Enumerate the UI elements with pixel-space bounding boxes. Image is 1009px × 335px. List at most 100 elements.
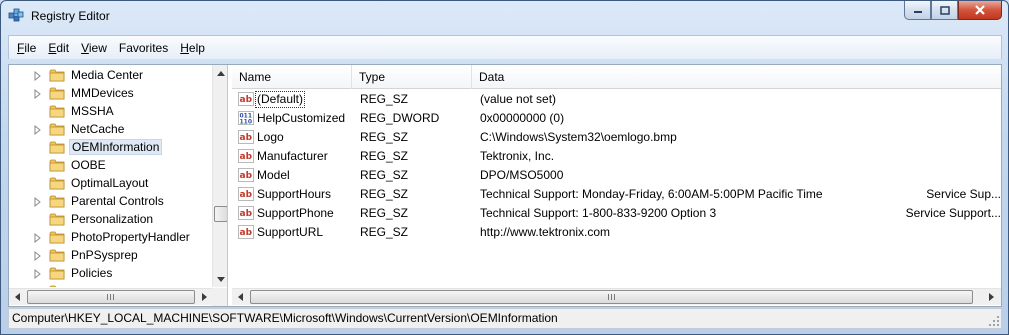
string-value-icon: ab bbox=[238, 186, 254, 202]
menu-edit[interactable]: Edit bbox=[42, 37, 75, 59]
value-type: REG_SZ bbox=[360, 206, 409, 220]
expand-arrow-icon[interactable] bbox=[34, 88, 42, 100]
menu-file[interactable]: File bbox=[11, 37, 42, 59]
svg-text:ab: ab bbox=[240, 171, 253, 181]
expand-arrow-icon[interactable] bbox=[34, 232, 42, 244]
maximize-button[interactable] bbox=[931, 1, 958, 20]
string-value-icon: ab bbox=[238, 167, 254, 183]
tree-item[interactable]: OEMInformation bbox=[9, 138, 212, 156]
svg-text:ab: ab bbox=[240, 133, 253, 143]
scroll-left-arrow-icon[interactable] bbox=[232, 289, 248, 305]
folder-icon bbox=[49, 175, 65, 191]
value-type: REG_SZ bbox=[360, 149, 409, 163]
expand-arrow-icon[interactable] bbox=[34, 268, 42, 280]
scroll-up-arrow-icon[interactable] bbox=[213, 65, 227, 81]
value-data: (value not set) bbox=[480, 92, 557, 106]
scroll-left-arrow-icon[interactable] bbox=[9, 289, 25, 305]
menu-bar: File Edit View Favorites Help bbox=[8, 35, 1002, 59]
value-data: 0x00000000 (0) bbox=[480, 111, 565, 125]
svg-text:ab: ab bbox=[240, 190, 253, 200]
tree-item[interactable]: Personalization bbox=[9, 210, 212, 228]
value-name: (Default) bbox=[254, 91, 306, 108]
value-row[interactable]: ab Model REG_SZ DPO/MSO5000 bbox=[232, 166, 1001, 185]
value-row[interactable]: ab (Default) REG_SZ (value not set) bbox=[232, 90, 1001, 109]
column-header-type[interactable]: Type bbox=[352, 65, 472, 89]
column-header-name[interactable]: Name bbox=[232, 65, 352, 89]
tree-item[interactable]: OOBE bbox=[9, 156, 212, 174]
tree-vertical-scrollbar[interactable] bbox=[212, 65, 227, 287]
tree-item[interactable]: MSSHA bbox=[9, 102, 212, 120]
status-path: Computer\HKEY_LOCAL_MACHINE\SOFTWARE\Mic… bbox=[12, 311, 558, 325]
value-row[interactable]: ab SupportURL REG_SZ http://www.tektronix.c… bbox=[232, 223, 1001, 242]
tree-item[interactable]: Policies bbox=[9, 264, 212, 282]
tree-item-label: OptimalLayout bbox=[71, 176, 149, 190]
scroll-right-arrow-icon[interactable] bbox=[196, 289, 212, 305]
tree-item[interactable]: Media Center bbox=[9, 66, 212, 84]
value-row[interactable]: 011 110 HelpCustomized REG_DWORD 0x00000000 … bbox=[232, 109, 1001, 128]
expand-arrow-icon[interactable] bbox=[34, 124, 42, 136]
value-data: DPO/MSO5000 bbox=[480, 168, 564, 182]
resize-grip-icon[interactable] bbox=[988, 315, 1000, 327]
tree-item-label: Policies bbox=[71, 266, 113, 280]
tree-item[interactable]: PhotoPropertyHandler bbox=[9, 228, 212, 246]
tree-item[interactable]: Parental Controls bbox=[9, 192, 212, 210]
status-bar: Computer\HKEY_LOCAL_MACHINE\SOFTWARE\Mic… bbox=[8, 308, 1002, 329]
value-data-overflow: Service Support... bbox=[905, 206, 1001, 220]
expand-arrow-icon[interactable] bbox=[34, 70, 42, 82]
string-value-icon: ab bbox=[238, 91, 254, 107]
value-name: Model bbox=[257, 168, 290, 182]
scroll-thumb[interactable] bbox=[214, 206, 227, 222]
svg-text:110: 110 bbox=[240, 119, 253, 126]
tree-item[interactable]: MMDevices bbox=[9, 84, 212, 102]
dword-value-icon: 011 110 bbox=[238, 110, 254, 126]
caption-buttons bbox=[904, 1, 1002, 21]
string-value-icon: ab bbox=[238, 224, 254, 240]
value-name: Logo bbox=[257, 130, 284, 144]
folder-icon bbox=[49, 157, 65, 173]
tree-horizontal-scrollbar[interactable] bbox=[9, 288, 212, 305]
menu-help[interactable]: Help bbox=[174, 37, 211, 59]
folder-icon bbox=[49, 247, 65, 263]
minimize-icon bbox=[913, 11, 922, 13]
tree-item[interactable] bbox=[9, 282, 212, 287]
tree-item[interactable]: PnPSysprep bbox=[9, 246, 212, 264]
folder-icon bbox=[49, 139, 65, 155]
value-row[interactable]: ab SupportPhone REG_SZ Technical Support: 1… bbox=[232, 204, 1001, 223]
window-title: Registry Editor bbox=[31, 9, 110, 23]
tree-item[interactable]: NetCache bbox=[9, 120, 212, 138]
expand-arrow-icon[interactable] bbox=[34, 250, 42, 262]
svg-text:ab: ab bbox=[240, 228, 253, 238]
value-row[interactable]: ab Logo REG_SZ C:\Windows\System32\oemlogo.… bbox=[232, 128, 1001, 147]
column-header-data[interactable]: Data bbox=[472, 65, 1001, 89]
registry-editor-icon bbox=[8, 8, 24, 22]
title-bar[interactable]: Registry Editor bbox=[1, 1, 1008, 31]
expand-arrow-icon[interactable] bbox=[34, 196, 42, 208]
folder-icon bbox=[49, 121, 65, 137]
scroll-down-arrow-icon[interactable] bbox=[213, 271, 227, 287]
scroll-thumb[interactable] bbox=[27, 290, 195, 304]
grip-icon bbox=[607, 294, 616, 300]
tree-item[interactable]: OptimalLayout bbox=[9, 174, 212, 192]
value-row[interactable]: ab SupportHours REG_SZ Technical Support: M… bbox=[232, 185, 1001, 204]
list-horizontal-scrollbar[interactable] bbox=[232, 288, 1001, 305]
value-name: SupportPhone bbox=[257, 206, 334, 220]
registry-editor-window: Registry Editor File Edit View Favorites… bbox=[0, 0, 1009, 335]
tree-item-label: PnPSysprep bbox=[71, 248, 138, 262]
tree-item-label: NetCache bbox=[71, 122, 125, 136]
scroll-corner bbox=[212, 288, 227, 306]
value-data: http://www.tektronix.com bbox=[480, 225, 611, 239]
menu-view[interactable]: View bbox=[75, 37, 113, 59]
value-type: REG_SZ bbox=[360, 187, 409, 201]
tree-item-label: PhotoPropertyHandler bbox=[71, 230, 190, 244]
value-row[interactable]: ab Manufacturer REG_SZ Tektronix, Inc. bbox=[232, 147, 1001, 166]
value-type: REG_SZ bbox=[360, 130, 409, 144]
string-value-icon: ab bbox=[238, 148, 254, 164]
close-button[interactable] bbox=[958, 1, 1002, 20]
minimize-button[interactable] bbox=[904, 1, 931, 20]
value-type: REG_DWORD bbox=[360, 111, 440, 125]
key-tree-pane: Media Center MMDevices MSSHA NetCache OEMInf… bbox=[9, 65, 228, 306]
scroll-right-arrow-icon[interactable] bbox=[983, 289, 999, 305]
menu-favorites[interactable]: Favorites bbox=[113, 37, 174, 59]
scroll-thumb[interactable] bbox=[250, 290, 973, 304]
value-name: SupportURL bbox=[257, 225, 324, 239]
